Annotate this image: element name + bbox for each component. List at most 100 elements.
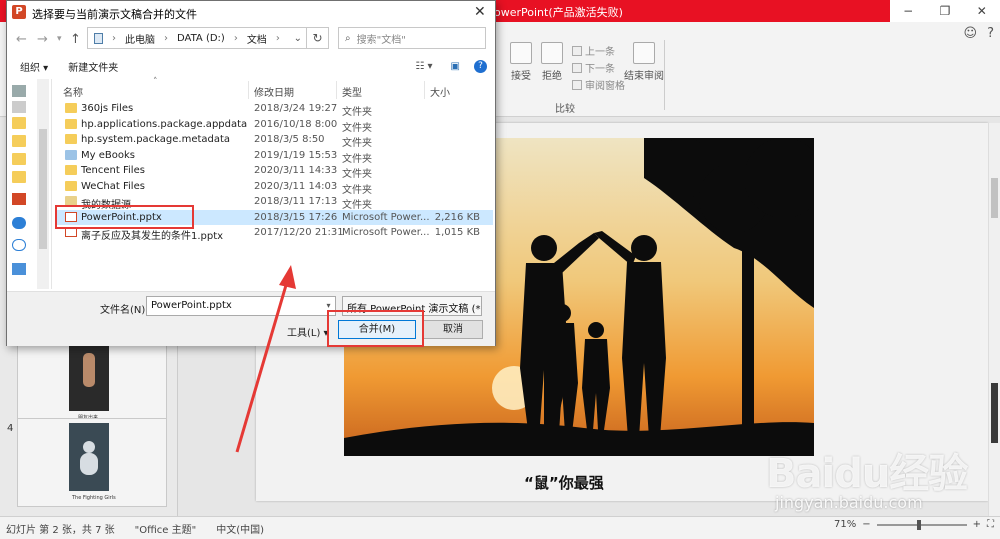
- folder-icon[interactable]: [12, 117, 26, 129]
- dialog-title: 选择要与当前演示文稿合并的文件: [32, 8, 197, 21]
- address-dropdown-icon[interactable]: ⌄: [294, 33, 302, 44]
- folder-icon[interactable]: [12, 153, 26, 165]
- next-button[interactable]: 下一条: [572, 59, 625, 76]
- slide-thumbnail-4[interactable]: The Fighting Girls: [17, 418, 167, 507]
- navigation-pane: [7, 79, 52, 289]
- filename-label: 文件名(N):: [100, 305, 149, 316]
- next-icon: [572, 62, 582, 73]
- view-options-icon[interactable]: ☷ ▾: [415, 61, 432, 72]
- desktop-icon[interactable]: [12, 101, 26, 113]
- breadcrumb-pc[interactable]: 此电脑: [125, 31, 155, 46]
- cancel-button[interactable]: 取消: [423, 320, 483, 339]
- file-row[interactable]: WeChat Files 2020/3/11 14:03 文件夹: [57, 179, 493, 196]
- zoom-in-icon[interactable]: +: [973, 519, 981, 530]
- close-button[interactable]: ✕: [977, 4, 987, 18]
- merge-file-dialog: P 选择要与当前演示文稿合并的文件 ✕ ← → ▾ ↑ › 此电脑 › DATA…: [6, 0, 496, 346]
- file-row[interactable]: Tencent Files 2020/3/11 14:33 文件夹: [57, 163, 493, 180]
- baidu-watermark-logo: Baidu经验: [766, 451, 968, 497]
- previous-button[interactable]: 上一条: [572, 42, 625, 59]
- ribbon-help-icons: ☺ ?: [964, 26, 994, 41]
- folder-icon: [65, 134, 77, 144]
- folder-icon: [65, 165, 77, 175]
- zoom-percent[interactable]: 71%: [834, 519, 856, 530]
- column-name[interactable]: 名称: [63, 84, 83, 99]
- folder-icon: [65, 180, 77, 191]
- ribbon-group-label: 比较: [555, 104, 575, 115]
- zoom-out-icon[interactable]: −: [862, 519, 870, 530]
- new-folder-button[interactable]: 新建文件夹: [68, 59, 118, 74]
- ribbon-divider: [664, 40, 665, 110]
- file-row[interactable]: hp.system.package.metadata 2018/3/5 8:50…: [57, 132, 493, 149]
- column-size[interactable]: 大小: [430, 84, 450, 99]
- search-input[interactable]: ⌕ 搜索"文档": [338, 27, 486, 49]
- help-icon[interactable]: ?: [474, 59, 487, 73]
- folder-icon[interactable]: [12, 171, 26, 183]
- search-placeholder: 搜索"文档": [356, 34, 406, 46]
- ppt-window-controls: − ❐ ✕: [890, 0, 1000, 22]
- refresh-button[interactable]: ↻: [307, 27, 329, 49]
- annotation-highlight-file: [55, 205, 194, 229]
- cloud-icon[interactable]: [12, 239, 26, 251]
- language-indicator[interactable]: 中文(中国): [216, 521, 264, 536]
- reject-button[interactable]: 拒绝: [541, 42, 563, 82]
- scrollbar-thumb[interactable]: [991, 178, 998, 218]
- nav-scrollbar[interactable]: [37, 79, 49, 289]
- dialog-title-bar: P 选择要与当前演示文稿合并的文件 ✕: [7, 1, 495, 23]
- end-review-button[interactable]: 结束审阅: [624, 42, 664, 82]
- theme-name: "Office 主题": [134, 524, 197, 536]
- thumbnail-caption: The Fighting Girls: [72, 495, 116, 501]
- column-date[interactable]: 修改日期: [254, 84, 294, 99]
- filename-input[interactable]: PowerPoint.pptx: [146, 296, 336, 316]
- smiley-icon[interactable]: ☺: [964, 26, 978, 41]
- nav-scrollbar-thumb[interactable]: [39, 129, 47, 249]
- this-pc-icon[interactable]: [12, 263, 26, 275]
- file-row[interactable]: hp.applications.package.appdata 2016/10/…: [57, 117, 493, 134]
- dialog-toolbar: 组织 ▾ 新建文件夹 ☷ ▾ ▣ ?: [7, 54, 495, 78]
- end-review-icon: [633, 42, 655, 64]
- up-arrow-icon[interactable]: ↑: [70, 32, 81, 47]
- previous-icon: [572, 45, 582, 56]
- folder-icon: [65, 103, 77, 113]
- zoom-slider[interactable]: [876, 519, 967, 530]
- search-icon: ⌕: [345, 32, 351, 44]
- help-icon[interactable]: ?: [987, 26, 994, 41]
- column-type[interactable]: 类型: [342, 84, 362, 99]
- tools-button[interactable]: 工具(L) ▾: [287, 324, 329, 339]
- file-row[interactable]: My eBooks 2019/1/19 15:53 文件夹: [57, 148, 493, 165]
- status-right: 71% − + ⛶: [834, 519, 994, 530]
- powerpoint-icon[interactable]: [12, 193, 26, 205]
- restore-button[interactable]: ❐: [940, 4, 951, 18]
- computer-icon: [94, 32, 103, 44]
- folder-icon: [65, 118, 77, 129]
- breadcrumb-drive[interactable]: DATA (D:): [177, 33, 225, 44]
- vertical-scrollbar[interactable]: [988, 123, 1000, 516]
- forward-arrow-icon[interactable]: →: [37, 32, 48, 47]
- onedrive-icon[interactable]: [12, 217, 26, 229]
- thumbnail-image: [69, 339, 109, 411]
- reviewing-pane-button[interactable]: 审阅窗格: [572, 76, 625, 93]
- accept-button[interactable]: 接受: [510, 42, 532, 82]
- slide-thumbnail-3[interactable]: 朋友出来: [17, 336, 167, 425]
- dialog-close-button[interactable]: ✕: [474, 4, 486, 20]
- file-row[interactable]: 360js Files 2018/3/24 19:27 文件夹: [57, 101, 493, 118]
- quick-access-icon[interactable]: [12, 85, 26, 97]
- annotation-highlight-merge: [327, 310, 424, 347]
- ppt-window-title: owerPoint(产品激活失败): [494, 6, 623, 19]
- folder-icon[interactable]: [12, 135, 26, 147]
- back-arrow-icon[interactable]: ←: [16, 32, 27, 47]
- accept-icon: [510, 42, 532, 64]
- slide-caption[interactable]: “鼠”你最强: [524, 472, 604, 493]
- breadcrumb-folder[interactable]: 文档: [247, 31, 267, 46]
- minimize-button[interactable]: −: [903, 4, 913, 18]
- ribbon-small-group: 上一条 下一条 审阅窗格: [572, 42, 625, 93]
- scrollbar-marker: [991, 383, 998, 443]
- ebook-folder-icon: [65, 149, 77, 160]
- fit-slide-icon[interactable]: ⛶: [987, 519, 994, 530]
- zoom-slider-knob[interactable]: [916, 519, 921, 530]
- address-row: ← → ▾ ↑ › 此电脑 › DATA (D:) › 文档 › ⌄ ↻ ⌕ 搜…: [7, 26, 495, 52]
- file-list-header: 名称 ˄ 修改日期 类型 大小: [57, 77, 493, 99]
- recent-dropdown-icon[interactable]: ▾: [57, 34, 62, 44]
- address-bar[interactable]: › 此电脑 › DATA (D:) › 文档 › ⌄: [87, 27, 307, 49]
- preview-pane-icon[interactable]: ▣: [451, 61, 460, 72]
- organize-button[interactable]: 组织 ▾: [20, 59, 48, 74]
